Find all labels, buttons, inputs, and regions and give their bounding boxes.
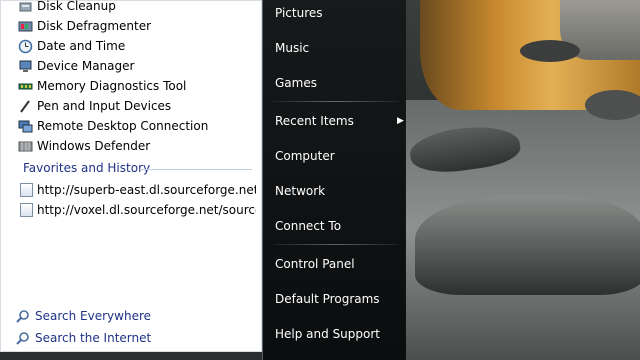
menu-recent-items-label: Recent Items (275, 114, 354, 128)
menu-separator (273, 101, 399, 102)
web-page-icon (20, 183, 33, 197)
start-menu-places-pane: Pictures Music Games Recent Items ▶ Comp… (262, 0, 406, 360)
menu-network[interactable]: Network (275, 180, 401, 202)
section-divider (140, 169, 252, 170)
program-label: Pen and Input Devices (37, 99, 172, 113)
menu-computer[interactable]: Computer (275, 145, 401, 167)
favorite-link-label: http://superb-east.dl.sourceforge.net/s.… (37, 183, 256, 197)
menu-control-panel[interactable]: Control Panel (275, 253, 401, 275)
menu-music[interactable]: Music (275, 37, 401, 59)
program-remote-desktop[interactable]: Remote Desktop Connection (18, 116, 208, 136)
menu-games[interactable]: Games (275, 72, 401, 94)
disk-cleanup-icon (18, 0, 33, 14)
favorites-history-heading: Favorites and History (23, 161, 151, 175)
program-label: Remote Desktop Connection (37, 119, 209, 133)
menu-pictures[interactable]: Pictures (275, 2, 401, 24)
favorite-link[interactable]: http://voxel.dl.sourceforge.net/sourcef.… (20, 200, 256, 220)
program-label: Date and Time (37, 39, 126, 53)
search-internet-link[interactable]: Search the Internet (15, 328, 151, 348)
submenu-arrow-icon: ▶ (397, 116, 404, 126)
disk-defragmenter-icon (18, 19, 33, 34)
menu-recent-items[interactable]: Recent Items ▶ (275, 110, 404, 132)
program-memory-diagnostics[interactable]: Memory Diagnostics Tool (18, 76, 186, 96)
menu-default-programs[interactable]: Default Programs (275, 288, 401, 310)
menu-separator (273, 244, 399, 245)
program-label: Disk Defragmenter (37, 19, 152, 33)
windows-defender-icon (18, 139, 33, 154)
menu-help-support[interactable]: Help and Support (275, 323, 401, 345)
program-label: Memory Diagnostics Tool (37, 79, 187, 93)
program-label: Windows Defender (37, 139, 151, 153)
wallpaper-boulder (415, 195, 640, 295)
menu-connect-to[interactable]: Connect To (275, 215, 401, 237)
favorite-link-label: http://voxel.dl.sourceforge.net/sourcef.… (37, 203, 256, 217)
program-device-manager[interactable]: Device Manager (18, 56, 134, 76)
favorite-link[interactable]: http://superb-east.dl.sourceforge.net/s.… (20, 180, 256, 200)
program-disk-cleanup[interactable]: Disk Cleanup (18, 0, 116, 16)
remote-desktop-icon (18, 119, 33, 134)
search-icon (15, 330, 31, 346)
program-windows-defender[interactable]: Windows Defender (18, 136, 150, 156)
search-icon (15, 308, 31, 324)
wallpaper-rock (520, 40, 580, 62)
program-date-and-time[interactable]: Date and Time (18, 36, 125, 56)
program-label: Device Manager (37, 59, 135, 73)
search-internet-label: Search the Internet (35, 331, 152, 345)
memory-diagnostics-icon (18, 79, 33, 94)
program-label: Disk Cleanup (37, 0, 116, 13)
start-menu-programs-pane: Disk Cleanup Disk Defragmenter Date and … (0, 0, 263, 352)
clock-icon (18, 39, 33, 54)
wallpaper-rock (585, 90, 640, 120)
web-page-icon (20, 203, 33, 217)
device-manager-icon (18, 59, 33, 74)
program-disk-defragmenter[interactable]: Disk Defragmenter (18, 16, 151, 36)
start-menu-bottom-edge (0, 352, 262, 360)
search-everywhere-label: Search Everywhere (35, 309, 151, 323)
pen-icon (18, 99, 33, 114)
program-pen-input-devices[interactable]: Pen and Input Devices (18, 96, 171, 116)
search-everywhere-link[interactable]: Search Everywhere (15, 306, 151, 326)
